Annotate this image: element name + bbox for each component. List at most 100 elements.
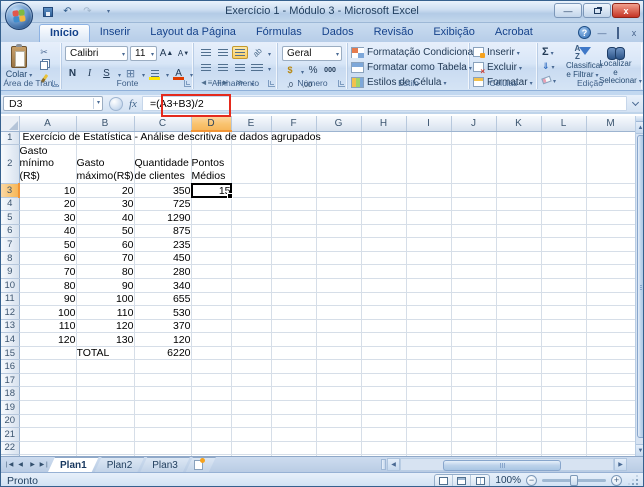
cell-A21[interactable] <box>19 428 76 442</box>
cell-K4[interactable] <box>496 197 541 211</box>
number-dialog-launcher[interactable] <box>338 80 345 87</box>
cell-J6[interactable] <box>451 224 496 238</box>
cell-C17[interactable] <box>134 373 191 387</box>
restore-button[interactable] <box>583 3 611 18</box>
cell-B6[interactable]: 50 <box>76 224 134 238</box>
zoom-slider-thumb[interactable] <box>570 475 578 486</box>
zoom-level[interactable]: 100% <box>495 475 521 486</box>
vertical-scrollbar[interactable]: ▲ ▼ <box>635 116 644 456</box>
cell-E17[interactable] <box>231 373 271 387</box>
cell-E14[interactable] <box>231 333 271 347</box>
cell-J17[interactable] <box>451 373 496 387</box>
cell-A1[interactable]: Exercício de Estatística - Análise descr… <box>19 131 76 144</box>
cell-D12[interactable] <box>191 306 231 320</box>
cell-D20[interactable] <box>191 414 231 428</box>
cell-H1[interactable] <box>361 131 406 144</box>
cell-A6[interactable]: 40 <box>19 224 76 238</box>
accounting-format-button[interactable]: $ <box>282 64 298 77</box>
cell-E7[interactable] <box>231 238 271 252</box>
cell-F20[interactable] <box>271 414 316 428</box>
column-header-B[interactable]: B <box>76 116 134 131</box>
cell-A3[interactable]: 10 <box>19 184 76 198</box>
cell-I2[interactable] <box>406 144 451 184</box>
cell-A7[interactable]: 50 <box>19 238 76 252</box>
formula-input[interactable]: =(A3+B3)/2 <box>142 96 627 111</box>
cell-B9[interactable]: 80 <box>76 265 134 279</box>
format-as-table-button[interactable]: Formatar como Tabela <box>351 60 467 74</box>
cell-B19[interactable] <box>76 401 134 415</box>
cell-M7[interactable] <box>586 238 635 252</box>
shrink-font-button[interactable]: A▼ <box>176 46 191 61</box>
autosum-button[interactable]: Σ <box>542 45 566 59</box>
cell-E11[interactable] <box>231 292 271 306</box>
horizontal-scrollbar[interactable] <box>400 458 614 471</box>
sheet-tab-plan1[interactable]: Plan1 <box>48 457 99 472</box>
cell-A4[interactable]: 20 <box>19 197 76 211</box>
row-header-12[interactable]: 12 <box>1 306 19 320</box>
percent-style-button[interactable]: % <box>305 64 321 77</box>
cell-C11[interactable]: 655 <box>134 292 191 306</box>
cell-I6[interactable] <box>406 224 451 238</box>
cell-F22[interactable] <box>271 441 316 455</box>
scroll-down-button[interactable]: ▼ <box>636 444 644 456</box>
cell-B18[interactable] <box>76 387 134 401</box>
cell-M6[interactable] <box>586 224 635 238</box>
cell-K14[interactable] <box>496 333 541 347</box>
cell-J12[interactable] <box>451 306 496 320</box>
cell-G14[interactable] <box>316 333 361 347</box>
cell-A10[interactable]: 80 <box>19 278 76 292</box>
cell-D3[interactable]: 15 <box>191 184 231 198</box>
cell-K12[interactable] <box>496 306 541 320</box>
align-top-button[interactable] <box>198 46 214 59</box>
cell-B10[interactable]: 90 <box>76 278 134 292</box>
cell-D9[interactable] <box>191 265 231 279</box>
sort-filter-button[interactable]: AZ Classificar e Filtrar <box>566 44 599 78</box>
row-header-19[interactable]: 19 <box>1 401 19 415</box>
ribbon-tab-revisão[interactable]: Revisão <box>364 24 424 42</box>
cell-K2[interactable] <box>496 144 541 184</box>
column-header-G[interactable]: G <box>316 116 361 131</box>
cell-J1[interactable] <box>451 131 496 144</box>
align-right-button[interactable] <box>232 61 248 74</box>
resize-grip[interactable] <box>629 476 639 486</box>
cell-A12[interactable]: 100 <box>19 306 76 320</box>
redo-button[interactable]: ↷ <box>79 4 96 19</box>
cell-F4[interactable] <box>271 197 316 211</box>
cell-L8[interactable] <box>541 251 586 265</box>
column-header-K[interactable]: K <box>496 116 541 131</box>
cell-F8[interactable] <box>271 251 316 265</box>
cell-M17[interactable] <box>586 373 635 387</box>
cell-L7[interactable] <box>541 238 586 252</box>
row-header-11[interactable]: 11 <box>1 292 19 306</box>
cell-H16[interactable] <box>361 360 406 374</box>
cell-M16[interactable] <box>586 360 635 374</box>
cell-L15[interactable] <box>541 346 586 360</box>
cell-M1[interactable] <box>586 131 635 144</box>
cell-G7[interactable] <box>316 238 361 252</box>
cell-G3[interactable] <box>316 184 361 198</box>
cell-M2[interactable] <box>586 144 635 184</box>
close-button[interactable]: x <box>612 3 640 18</box>
cell-F7[interactable] <box>271 238 316 252</box>
align-left-button[interactable] <box>198 61 214 74</box>
cell-M11[interactable] <box>586 292 635 306</box>
ribbon-tab-layout-da-página[interactable]: Layout da Página <box>140 24 246 42</box>
vertical-scroll-thumb[interactable] <box>637 135 644 438</box>
cell-E9[interactable] <box>231 265 271 279</box>
cell-D21[interactable] <box>191 428 231 442</box>
cell-D2[interactable]: Pontos Médios <box>191 144 231 184</box>
merge-center-button[interactable] <box>249 61 265 74</box>
ribbon-tab-inserir[interactable]: Inserir <box>90 24 141 42</box>
cell-J21[interactable] <box>451 428 496 442</box>
cell-I11[interactable] <box>406 292 451 306</box>
cell-F3[interactable] <box>271 184 316 198</box>
cell-F17[interactable] <box>271 373 316 387</box>
cell-D19[interactable] <box>191 401 231 415</box>
cell-K21[interactable] <box>496 428 541 442</box>
cell-C19[interactable] <box>134 401 191 415</box>
cell-G4[interactable] <box>316 197 361 211</box>
cell-F18[interactable] <box>271 387 316 401</box>
cell-I19[interactable] <box>406 401 451 415</box>
cell-C6[interactable]: 875 <box>134 224 191 238</box>
row-header-17[interactable]: 17 <box>1 373 19 387</box>
